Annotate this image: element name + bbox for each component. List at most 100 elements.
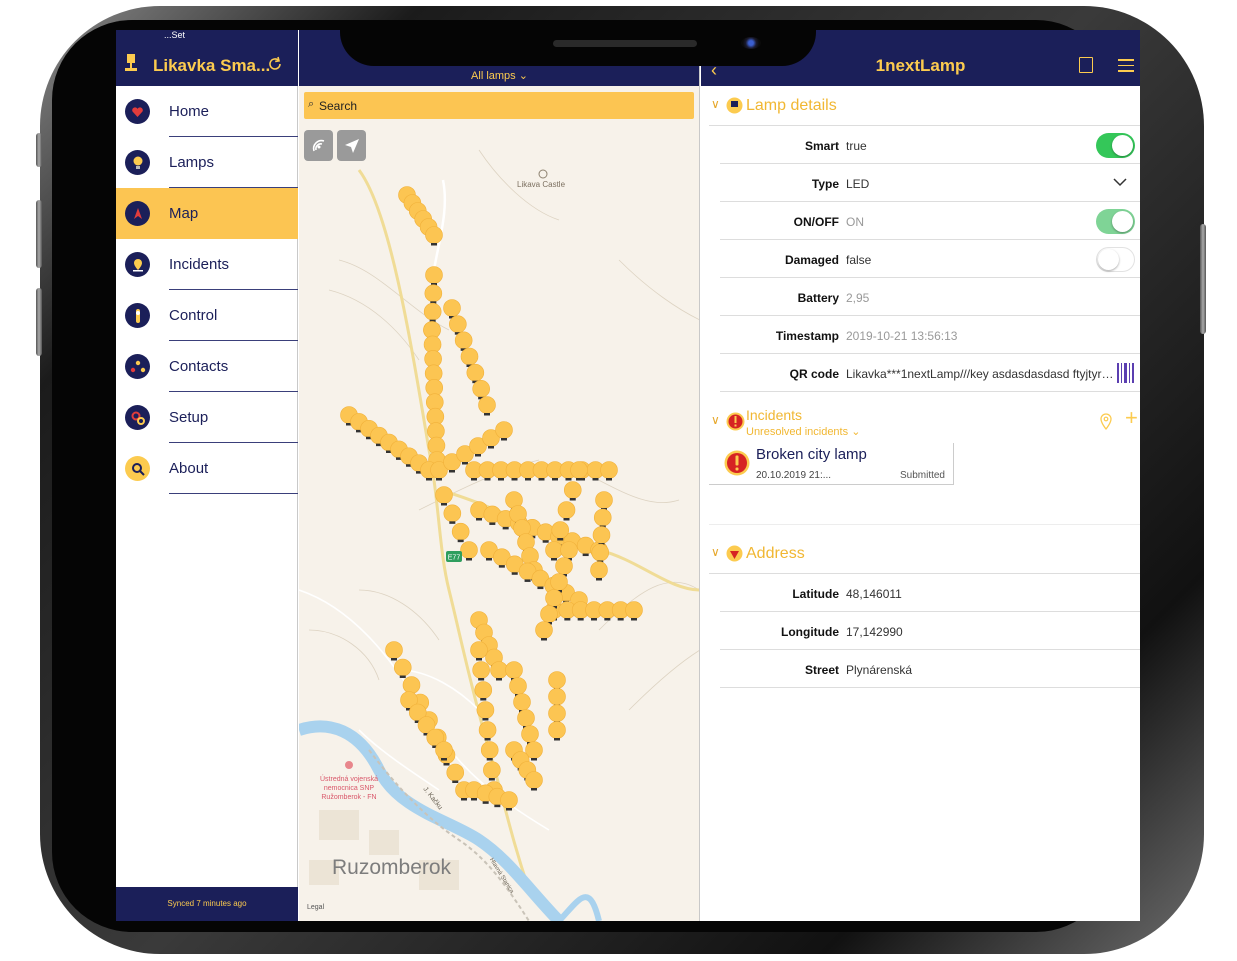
chevron-down-icon[interactable] [1113,178,1127,187]
on-off-toggle[interactable] [1096,209,1135,234]
menu-icon[interactable] [1118,59,1134,76]
lamp-marker[interactable] [509,677,527,695]
detail-row-type[interactable]: Type LED [720,164,1140,202]
lamp-marker[interactable] [454,331,473,350]
qr-code-icon[interactable] [1117,363,1135,383]
search-input[interactable]: ⌕ Search [304,92,694,119]
lamp-marker[interactable] [424,284,443,303]
lamp-marker[interactable] [595,491,613,509]
lamp-marker[interactable] [548,721,566,739]
lamp-marker[interactable] [435,486,453,504]
lamp-marker[interactable] [540,605,558,623]
lamp-marker[interactable] [385,641,403,659]
lamp-marker[interactable] [478,721,497,739]
add-incident-button[interactable]: + [1125,407,1138,429]
sidebar-item-setup[interactable]: Setup [116,392,298,443]
lamp-marker[interactable] [550,573,568,591]
row-value: true [846,139,867,153]
lamp-marker[interactable] [460,347,479,366]
lamp-marker[interactable] [513,693,531,711]
save-icon[interactable] [1079,57,1093,73]
lamp-marker[interactable] [525,771,543,789]
lamp-marker[interactable] [451,522,470,541]
lamp-marker[interactable] [472,661,490,679]
smart-toggle[interactable] [1096,133,1135,158]
lamp-filter-dropdown[interactable]: All lamps ⌄ [299,69,699,82]
lamp-marker[interactable] [476,701,495,719]
row-key: Battery [797,291,839,305]
lamp-marker[interactable] [435,741,453,759]
incident-card[interactable]: Broken city lamp 20.10.2019 21:... Submi… [709,443,954,485]
sidebar-item-control[interactable]: Control [116,290,298,341]
status-bar-text: ...Set [164,30,186,40]
lamp-marker-base [478,678,485,681]
lamp-marker[interactable] [470,641,488,659]
lamp-marker[interactable] [592,526,611,544]
sidebar-item-label: Incidents [169,256,230,273]
map-panel[interactable]: E77 All lamps ⌄ ⌕ Search Likava Castle Ú… [299,30,700,921]
lamp-marker[interactable] [443,299,461,317]
lamp-marker[interactable] [545,541,563,559]
sidebar-item-about[interactable]: About [116,443,298,494]
lamp-marker[interactable] [593,508,612,527]
sidebar-item-contacts[interactable]: Contacts [116,341,298,392]
sidebar-item-label: About [169,460,209,477]
damaged-toggle[interactable] [1096,247,1135,272]
sidebar-item-incidents[interactable]: Incidents [116,239,298,290]
location-pin-icon[interactable] [1100,413,1112,430]
chevron-down-icon: ∨ [711,413,720,427]
lamp-marker[interactable] [446,763,465,782]
lamp-marker[interactable] [545,589,563,607]
incidents-section-header[interactable]: ∨ Incidents Unresolved incidents ⌄ + [709,400,1140,444]
lamp-marker[interactable] [495,421,513,439]
lamp-marker[interactable] [560,541,578,559]
lamp-marker[interactable] [425,266,443,284]
address-section-header[interactable]: ∨ Address [709,536,1140,574]
lamp-marker[interactable] [505,661,523,679]
lamp-marker[interactable] [557,501,576,519]
lamp-marker[interactable] [535,621,553,639]
lamp-marker[interactable] [472,380,490,398]
lamp-marker[interactable] [555,557,573,575]
lamp-marker[interactable] [551,521,570,539]
lamp-marker-base [531,788,537,791]
lamp-marker[interactable] [478,396,496,414]
lamp-marker[interactable] [591,543,610,562]
lamp-marker[interactable] [517,709,535,727]
lamp-details-section-header[interactable]: ∨ Lamp details [709,88,1140,126]
lamp-marker[interactable] [449,315,467,333]
lamp-marker[interactable] [600,461,618,479]
lamp-marker[interactable] [402,676,421,694]
lamp-marker[interactable] [548,687,566,706]
lamp-marker[interactable] [625,601,643,619]
lamp-marker[interactable] [563,481,582,499]
lamp-marker[interactable] [466,363,485,382]
sidebar-item-lamps[interactable]: Lamps [116,137,298,188]
legal-link[interactable]: Legal [307,904,324,911]
incidents-filter[interactable]: Unresolved incidents ⌄ [746,425,860,438]
sync-icon[interactable] [266,55,284,73]
incident-title: Broken city lamp [756,446,867,463]
lamp-marker[interactable] [425,226,443,244]
lamp-marker[interactable] [483,761,501,779]
lamp-marker[interactable] [393,658,412,677]
lamp-marker[interactable] [423,302,442,321]
lamp-marker[interactable] [490,661,508,679]
lamp-marker[interactable] [590,561,608,579]
lamp-marker[interactable] [460,541,478,559]
lamp-marker[interactable] [443,504,462,523]
lamp-marker[interactable] [570,461,588,479]
lamp-marker[interactable] [474,681,493,699]
lamp-marker-base [399,675,406,678]
locate-me-button[interactable] [337,130,366,161]
sidebar-item-home[interactable]: Home [116,86,298,137]
lamp-marker[interactable] [500,791,518,809]
nfc-scan-button[interactable] [304,130,333,161]
lamp-marker[interactable] [548,671,566,689]
sidebar-item-map[interactable]: Map [116,188,298,239]
lamp-marker[interactable] [548,704,566,723]
lamp-marker[interactable] [521,725,539,743]
lamp-marker-base [426,478,432,481]
lamp-marker-base [471,478,477,481]
lamp-marker[interactable] [480,741,499,759]
